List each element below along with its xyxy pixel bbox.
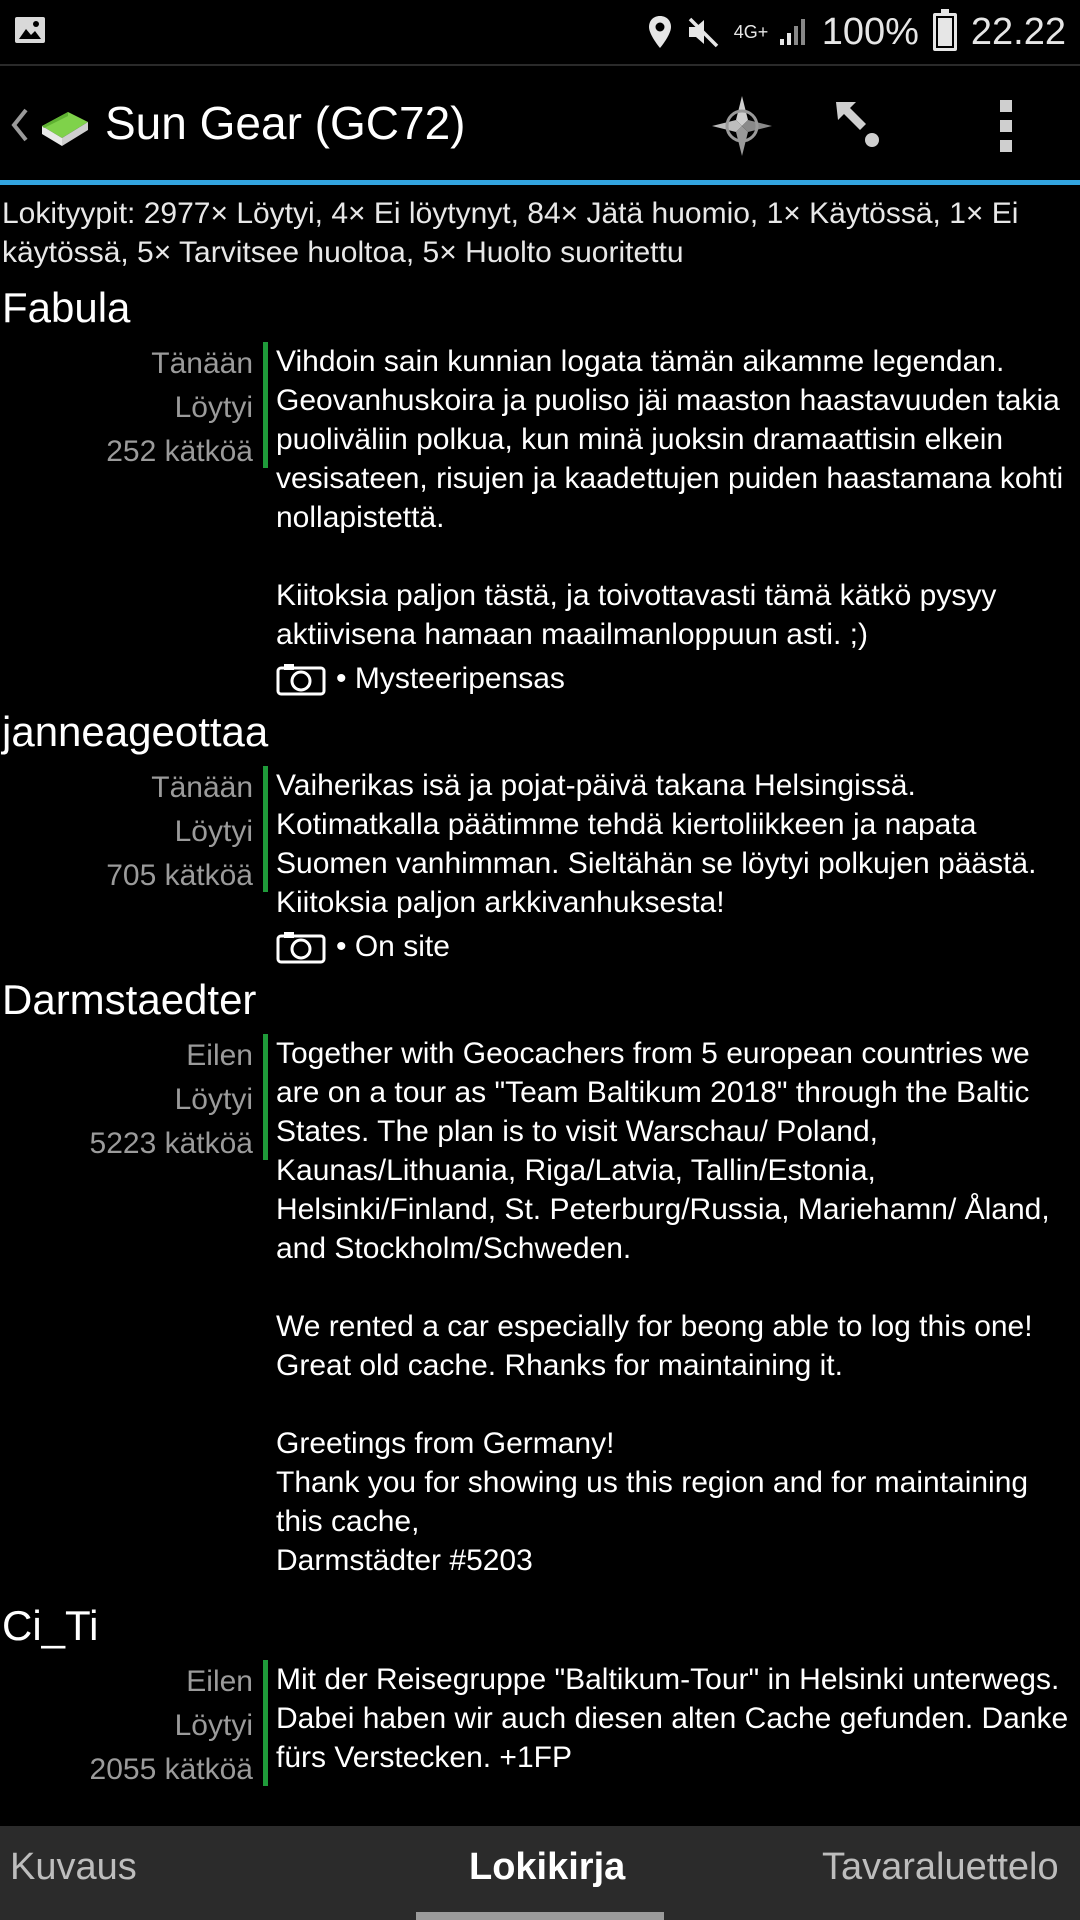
log-entry[interactable]: Darmstaedter Eilen Löytyi 5223 kätköä To…: [0, 972, 1080, 1580]
log-date: Eilen: [186, 1039, 253, 1072]
log-type: Löytyi: [174, 1709, 253, 1742]
cache-book-icon[interactable]: [38, 104, 92, 150]
log-meta: Tänään Löytyi 705 kätköä: [0, 766, 253, 964]
tab-kuvaus[interactable]: Kuvaus: [10, 1846, 137, 1889]
compass-button[interactable]: [704, 88, 780, 164]
status-bar: 4G+ 100% 22.22: [0, 0, 1080, 66]
log-finds: 5223 kätköä: [89, 1127, 253, 1160]
battery-percent: 100%: [821, 10, 919, 53]
tab-tavaraluettelo[interactable]: Tavaraluettelo: [822, 1846, 1059, 1889]
log-finds: 252 kätköä: [106, 435, 253, 468]
overflow-menu-icon: [1000, 100, 1012, 152]
active-tab-indicator: [416, 1912, 664, 1920]
overflow-menu-button[interactable]: [968, 88, 1044, 164]
log-date: Eilen: [186, 1665, 253, 1698]
log-entry[interactable]: Fabula Tänään Löytyi 252 kätköä Vihdoin …: [0, 280, 1080, 696]
network-type: 4G+: [733, 22, 769, 42]
log-image-caption: • On site: [336, 930, 450, 963]
log-entry[interactable]: janneageottaa Tänään Löytyi 705 kätköä V…: [0, 704, 1080, 964]
bottom-tab-bar: Kuvaus Lokikirja Tavaraluettelo: [0, 1826, 1080, 1920]
log-text: Together with Geocachers from 5 european…: [276, 1037, 1050, 1577]
log-meta: Eilen Löytyi 2055 kätköä: [0, 1660, 253, 1792]
log-finds: 705 kätköä: [106, 859, 253, 892]
log-meta: Tänään Löytyi 252 kätköä: [0, 342, 253, 696]
tab-lokikirja[interactable]: Lokikirja: [469, 1846, 625, 1889]
app-bar: Sun Gear (GC72): [0, 66, 1080, 185]
log-image-link[interactable]: • On site: [276, 930, 1076, 964]
log-image-link[interactable]: • Mysteeripensas: [276, 662, 1076, 696]
signal-icon: [779, 19, 805, 45]
compass-icon: [712, 96, 772, 156]
log-type: Löytyi: [174, 815, 253, 848]
navigate-icon: [836, 102, 879, 147]
log-text: Vaiherikas isä ja pojat-päivä takana Hel…: [276, 769, 1045, 919]
location-icon: [648, 16, 671, 48]
log-date: Tänään: [151, 771, 253, 804]
log-text: Vihdoin sain kunnian logata tämän aikamm…: [276, 345, 1064, 651]
logbook-list[interactable]: Lokityypit: 2977× Löytyi, 4× Ei löytynyt…: [0, 186, 1080, 1826]
log-type: Löytyi: [174, 1083, 253, 1116]
log-date: Tänään: [151, 347, 253, 380]
camera-icon: [276, 664, 326, 696]
clock: 22.22: [970, 10, 1066, 53]
back-chevron-icon[interactable]: [8, 100, 32, 150]
log-entry[interactable]: Ci_Ti Eilen Löytyi 2055 kätköä Mit der R…: [0, 1598, 1080, 1792]
log-author[interactable]: Fabula: [0, 280, 1080, 336]
navigate-button[interactable]: [820, 88, 896, 164]
camera-icon: [276, 932, 326, 964]
gallery-icon: [15, 17, 45, 43]
log-finds: 2055 kätköä: [89, 1753, 253, 1786]
page-title: Sun Gear (GC72): [105, 97, 466, 149]
log-author[interactable]: Ci_Ti: [0, 1598, 1080, 1654]
log-text: Mit der Reisegruppe "Baltikum-Tour" in H…: [276, 1663, 1077, 1774]
log-author[interactable]: Darmstaedter: [0, 972, 1080, 1028]
app-bar-accent-line: [0, 180, 1080, 185]
mute-icon: [688, 17, 718, 48]
log-image-caption: • Mysteeripensas: [336, 662, 565, 695]
log-type: Löytyi: [174, 391, 253, 424]
log-author[interactable]: janneageottaa: [0, 704, 1080, 760]
log-meta: Eilen Löytyi 5223 kätköä: [0, 1034, 253, 1580]
log-type-summary: Lokityypit: 2977× Löytyi, 4× Ei löytynyt…: [2, 197, 1019, 269]
battery-icon: [932, 9, 957, 51]
